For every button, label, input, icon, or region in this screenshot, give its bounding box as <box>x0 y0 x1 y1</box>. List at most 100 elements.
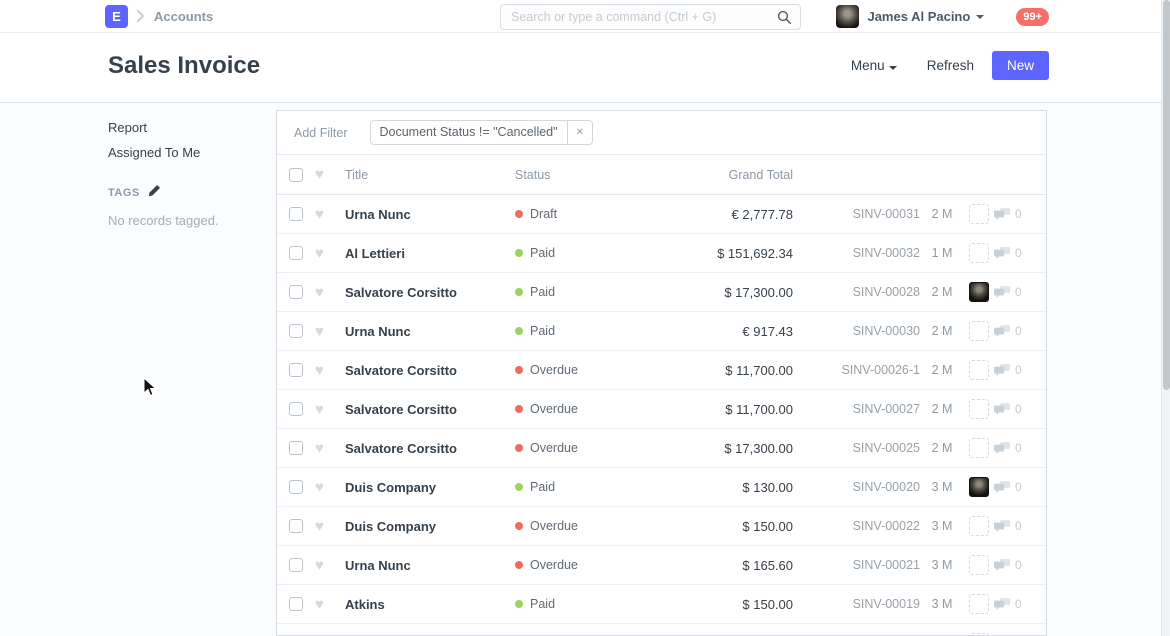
comments-indicator[interactable]: 0 <box>994 324 1034 338</box>
comments-indicator[interactable]: 0 <box>994 363 1034 377</box>
menu-button[interactable]: Menu <box>851 58 897 73</box>
table-row[interactable]: ♥ Salvatore Corsitto Overdue $ 17,300.00… <box>277 429 1046 468</box>
table-row[interactable]: ♥ Duis Company Paid $ 130.00 SINV-00020 … <box>277 468 1046 507</box>
favorite-heart-icon[interactable]: ♥ <box>315 441 345 456</box>
table-row[interactable]: ♥ Duis Company Overdue $ 150.00 SINV-000… <box>277 507 1046 546</box>
assignee-avatar[interactable] <box>969 555 989 575</box>
row-checkbox[interactable] <box>289 246 303 260</box>
favorite-heart-icon[interactable]: ♥ <box>315 167 345 182</box>
row-title[interactable]: Duis Company <box>345 519 515 534</box>
assignee-avatar[interactable] <box>969 282 989 302</box>
breadcrumb[interactable]: Accounts <box>154 9 213 24</box>
table-row[interactable]: ♥ Atkins Paid $ 150.00 SINV-00019 3 M 0 <box>277 585 1046 624</box>
invoice-id[interactable]: SINV-00025 <box>795 441 920 455</box>
modified-age: 1 M <box>920 246 964 260</box>
assignee-avatar[interactable] <box>969 477 989 497</box>
assignee-avatar[interactable] <box>969 360 989 380</box>
comments-indicator[interactable]: 0 <box>994 441 1034 455</box>
favorite-heart-icon[interactable]: ♥ <box>315 480 345 495</box>
row-title[interactable]: Salvatore Corsitto <box>345 363 515 378</box>
row-title[interactable]: Urna Nunc <box>345 558 515 573</box>
assignee-avatar[interactable] <box>969 321 989 341</box>
invoice-id[interactable]: SINV-00027 <box>795 402 920 416</box>
favorite-heart-icon[interactable]: ♥ <box>315 285 345 300</box>
row-checkbox[interactable] <box>289 363 303 377</box>
assignee-avatar[interactable] <box>969 516 989 536</box>
table-row[interactable]: ♥ <box>277 624 1046 636</box>
favorite-heart-icon[interactable]: ♥ <box>315 558 345 573</box>
invoice-id[interactable]: SINV-00030 <box>795 324 920 338</box>
comments-indicator[interactable]: 0 <box>994 402 1034 416</box>
edit-tags-pencil-icon[interactable] <box>148 184 161 202</box>
invoice-id[interactable]: SINV-00019 <box>795 597 920 611</box>
invoice-id[interactable]: SINV-00020 <box>795 480 920 494</box>
invoice-id[interactable]: SINV-00022 <box>795 519 920 533</box>
row-title[interactable]: Salvatore Corsitto <box>345 285 515 300</box>
search-input[interactable] <box>500 4 801 30</box>
table-row[interactable]: ♥ Al Lettieri Paid $ 151,692.34 SINV-000… <box>277 234 1046 273</box>
row-checkbox[interactable] <box>289 402 303 416</box>
sidebar-item-report[interactable]: Report <box>108 120 268 135</box>
row-checkbox[interactable] <box>289 519 303 533</box>
comments-indicator[interactable]: 0 <box>994 207 1034 221</box>
invoice-id[interactable]: SINV-00028 <box>795 285 920 299</box>
comments-indicator[interactable]: 0 <box>994 597 1034 611</box>
remove-filter-icon[interactable]: ✕ <box>567 121 592 144</box>
filter-label[interactable]: Document Status != "Cancelled" <box>371 121 567 144</box>
row-checkbox[interactable] <box>289 558 303 572</box>
comments-indicator[interactable]: 0 <box>994 480 1034 494</box>
favorite-heart-icon[interactable]: ♥ <box>315 519 345 534</box>
table-row[interactable]: ♥ Salvatore Corsitto Overdue $ 11,700.00… <box>277 351 1046 390</box>
favorite-heart-icon[interactable]: ♥ <box>315 207 345 222</box>
assignee-avatar[interactable] <box>969 594 989 614</box>
comments-indicator[interactable]: 0 <box>994 519 1034 533</box>
invoice-id[interactable]: SINV-00031 <box>795 207 920 221</box>
sidebar-item-assigned-to-me[interactable]: Assigned To Me <box>108 145 268 160</box>
table-row[interactable]: ♥ Salvatore Corsitto Paid $ 17,300.00 SI… <box>277 273 1046 312</box>
favorite-heart-icon[interactable]: ♥ <box>315 402 345 417</box>
favorite-heart-icon[interactable]: ♥ <box>315 363 345 378</box>
row-title[interactable]: Atkins <box>345 597 515 612</box>
favorite-heart-icon[interactable]: ♥ <box>315 597 345 612</box>
row-title[interactable]: Al Lettieri <box>345 246 515 261</box>
row-checkbox[interactable] <box>289 285 303 299</box>
row-title[interactable]: Salvatore Corsitto <box>345 402 515 417</box>
row-checkbox[interactable] <box>289 597 303 611</box>
favorite-heart-icon[interactable]: ♥ <box>315 246 345 261</box>
active-filter-pill[interactable]: Document Status != "Cancelled" ✕ <box>370 120 593 145</box>
table-row[interactable]: ♥ Urna Nunc Paid € 917.43 SINV-00030 2 M… <box>277 312 1046 351</box>
invoice-id[interactable]: SINV-00026-1 <box>795 363 920 377</box>
invoice-id[interactable]: SINV-00032 <box>795 246 920 260</box>
row-checkbox[interactable] <box>289 207 303 221</box>
user-menu[interactable]: James Al Pacino <box>867 9 970 24</box>
table-row[interactable]: ♥ Salvatore Corsitto Overdue $ 11,700.00… <box>277 390 1046 429</box>
notifications-badge[interactable]: 99+ <box>1016 8 1049 26</box>
row-checkbox[interactable] <box>289 324 303 338</box>
refresh-button[interactable]: Refresh <box>927 58 974 73</box>
select-all-checkbox[interactable] <box>289 168 303 182</box>
row-title[interactable]: Urna Nunc <box>345 207 515 222</box>
invoice-id[interactable]: SINV-00021 <box>795 558 920 572</box>
favorite-heart-icon[interactable]: ♥ <box>315 324 345 339</box>
row-title[interactable]: Duis Company <box>345 480 515 495</box>
row-title[interactable]: Urna Nunc <box>345 324 515 339</box>
comments-indicator[interactable]: 0 <box>994 558 1034 572</box>
assignee-avatar[interactable] <box>969 399 989 419</box>
comments-indicator[interactable]: 0 <box>994 246 1034 260</box>
row-title[interactable]: Salvatore Corsitto <box>345 441 515 456</box>
new-button[interactable]: New <box>992 51 1049 80</box>
row-checkbox[interactable] <box>289 480 303 494</box>
search-icon[interactable] <box>777 10 792 25</box>
app-logo[interactable]: E <box>105 5 128 28</box>
assignee-avatar[interactable] <box>969 438 989 458</box>
table-row[interactable]: ♥ Urna Nunc Draft € 2,777.78 SINV-00031 … <box>277 195 1046 234</box>
page-scrollbar[interactable] <box>1161 0 1170 636</box>
scrollbar-thumb[interactable] <box>1163 0 1170 390</box>
user-avatar[interactable] <box>836 5 859 28</box>
comments-indicator[interactable]: 0 <box>994 285 1034 299</box>
table-row[interactable]: ♥ Urna Nunc Overdue $ 165.60 SINV-00021 … <box>277 546 1046 585</box>
row-checkbox[interactable] <box>289 441 303 455</box>
add-filter-button[interactable]: Add Filter <box>294 126 348 140</box>
assignee-avatar[interactable] <box>969 204 989 224</box>
assignee-avatar[interactable] <box>969 243 989 263</box>
